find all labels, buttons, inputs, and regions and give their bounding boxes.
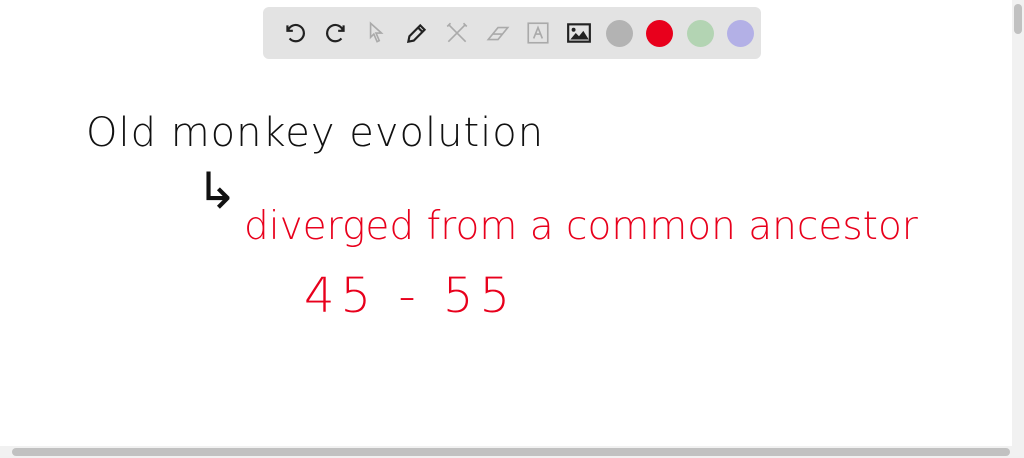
color-swatch <box>686 19 714 47</box>
color-swatch <box>646 19 674 47</box>
undo-icon <box>286 23 306 43</box>
vertical-scroll-thumb[interactable] <box>1014 4 1022 34</box>
color-green[interactable] <box>680 13 721 53</box>
redo-icon <box>325 23 345 43</box>
image-icon <box>566 23 591 43</box>
eraser-tool[interactable] <box>478 13 519 53</box>
color-swatch <box>605 19 633 47</box>
eraser-icon <box>486 26 510 41</box>
horizontal-scroll-thumb[interactable] <box>12 448 1010 456</box>
handwritten-line3: 45 - 55 <box>304 268 516 324</box>
drawing-toolbar <box>263 7 761 59</box>
tools-icon <box>446 22 468 43</box>
vertical-scrollbar[interactable] <box>1012 0 1024 446</box>
horizontal-scrollbar[interactable] <box>0 446 1024 458</box>
select-tool[interactable] <box>356 13 397 53</box>
color-gray[interactable] <box>599 13 640 53</box>
color-red[interactable] <box>640 13 681 53</box>
redo-button[interactable] <box>316 13 357 53</box>
text-tool[interactable] <box>518 13 559 53</box>
undo-button[interactable] <box>275 13 316 53</box>
image-tool[interactable] <box>559 13 600 53</box>
handwritten-arrow: ↳ <box>196 162 238 220</box>
handwritten-line2: diverged from a common ancestor <box>244 204 918 249</box>
text-icon <box>527 22 549 44</box>
cursor-icon <box>370 21 384 43</box>
pen-icon <box>406 23 426 44</box>
color-purple[interactable] <box>721 13 762 53</box>
color-swatch <box>727 19 755 47</box>
pen-tool[interactable] <box>397 13 438 53</box>
handwritten-title: Old monkey evolution <box>86 110 545 156</box>
tools-button[interactable] <box>437 13 478 53</box>
